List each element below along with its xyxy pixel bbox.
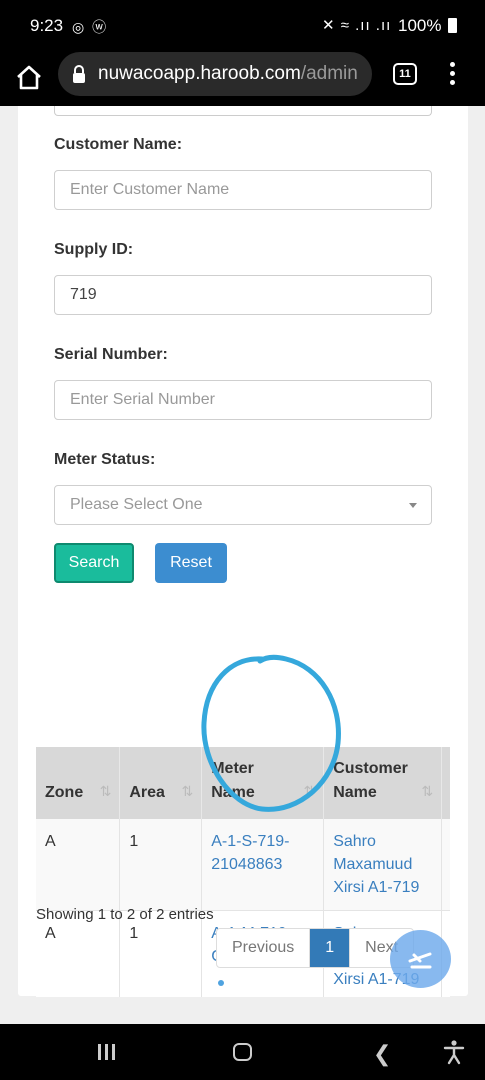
system-nav-bar: ❮ (0, 1024, 485, 1080)
more-options-icon[interactable] (448, 62, 456, 88)
url-domain: nuwacoapp.haroob.com (98, 63, 301, 84)
notification-icons: ◎ ⓦ (72, 19, 109, 35)
customer-name-input[interactable]: Enter Customer Name (54, 170, 432, 210)
address-bar[interactable]: nuwacoapp.haroob.com/admin (58, 52, 372, 96)
table-header-row: Zone⇅ Area⇅ MeterName⇅ CustomerName⇅ St (36, 747, 450, 819)
serial-number-input[interactable]: Enter Serial Number (54, 380, 432, 420)
home-icon[interactable] (14, 62, 44, 92)
url-path: /admin (300, 63, 358, 84)
supply-id-input[interactable]: 719 (54, 275, 432, 315)
signal-icons: ✕ ≈ .ıı .ıı (322, 17, 392, 34)
entries-info: Showing 1 to 2 of 2 entries (36, 906, 214, 923)
meter-status-selected: Please Select One (70, 496, 203, 513)
status-time: 9:23 (30, 16, 64, 35)
column-header-zone[interactable]: Zone ⇅ (36, 747, 121, 819)
serial-number-label: Serial Number: (54, 346, 168, 363)
sort-icon: ⇅ (181, 783, 194, 799)
previous-field[interactable] (54, 106, 432, 116)
search-button[interactable]: Search (54, 543, 134, 583)
cell-area: 1 (119, 910, 203, 997)
column-header-area[interactable]: Area ⇅ (119, 747, 203, 819)
meter-status-label: Meter Status: (54, 451, 156, 468)
cell-zone: A (36, 819, 121, 911)
send-icon (408, 952, 432, 969)
sort-icon: ⇅ (303, 783, 316, 799)
recent-apps-icon[interactable] (98, 1044, 119, 1065)
sort-icon: ⇅ (421, 783, 434, 799)
previous-page-button[interactable]: Previous (217, 929, 309, 967)
cell-zone: A (36, 910, 121, 997)
accessibility-icon[interactable] (442, 1039, 466, 1065)
cell-status: Co (441, 819, 450, 911)
pagination: Previous 1 Next (216, 928, 415, 968)
cell-meter-name-link[interactable]: A-1-S-719-21048863 (201, 819, 325, 911)
floating-action-button[interactable] (390, 930, 451, 988)
url-text: nuwacoapp.haroob.com/admin (98, 63, 366, 85)
home-nav-icon[interactable] (233, 1043, 252, 1061)
sort-icon: ⇅ (99, 783, 112, 799)
lock-icon (73, 65, 85, 83)
battery-percent: 100% (398, 16, 442, 35)
meter-status-select[interactable]: Please Select One (54, 485, 432, 525)
status-bar: 9:23 ◎ ⓦ ✕ ≈ .ıı .ıı 100% (0, 0, 485, 52)
column-header-customer-name[interactable]: Customer Name ⇅ (323, 747, 443, 819)
cell-area: 1 (119, 819, 203, 911)
caret-down-icon (409, 503, 417, 508)
reset-button[interactable]: Reset (155, 543, 227, 583)
page-content: Customer Name: Enter Customer Name Suppl… (0, 106, 485, 1024)
supply-id-label: Supply ID: (54, 241, 134, 258)
browser-toolbar: nuwacoapp.haroob.com/admin 11 (0, 52, 485, 106)
cell-customer-name-link[interactable]: Sahro Maxamuud Xirsi A1-719 (323, 819, 443, 911)
battery-icon (448, 18, 457, 33)
scroll-indicator (218, 980, 224, 986)
table-row: A 1 A-1-S-719-21048863 Sahro Maxamuud Xi… (36, 819, 450, 911)
column-header-status[interactable]: St (441, 747, 450, 819)
customer-name-label: Customer Name: (54, 136, 183, 153)
tab-switcher-button[interactable]: 11 (393, 63, 417, 85)
page-1-button[interactable]: 1 (309, 929, 350, 967)
back-icon[interactable]: ❮ (373, 1041, 391, 1067)
column-header-meter-name[interactable]: Meter Name ⇅ (201, 747, 325, 819)
